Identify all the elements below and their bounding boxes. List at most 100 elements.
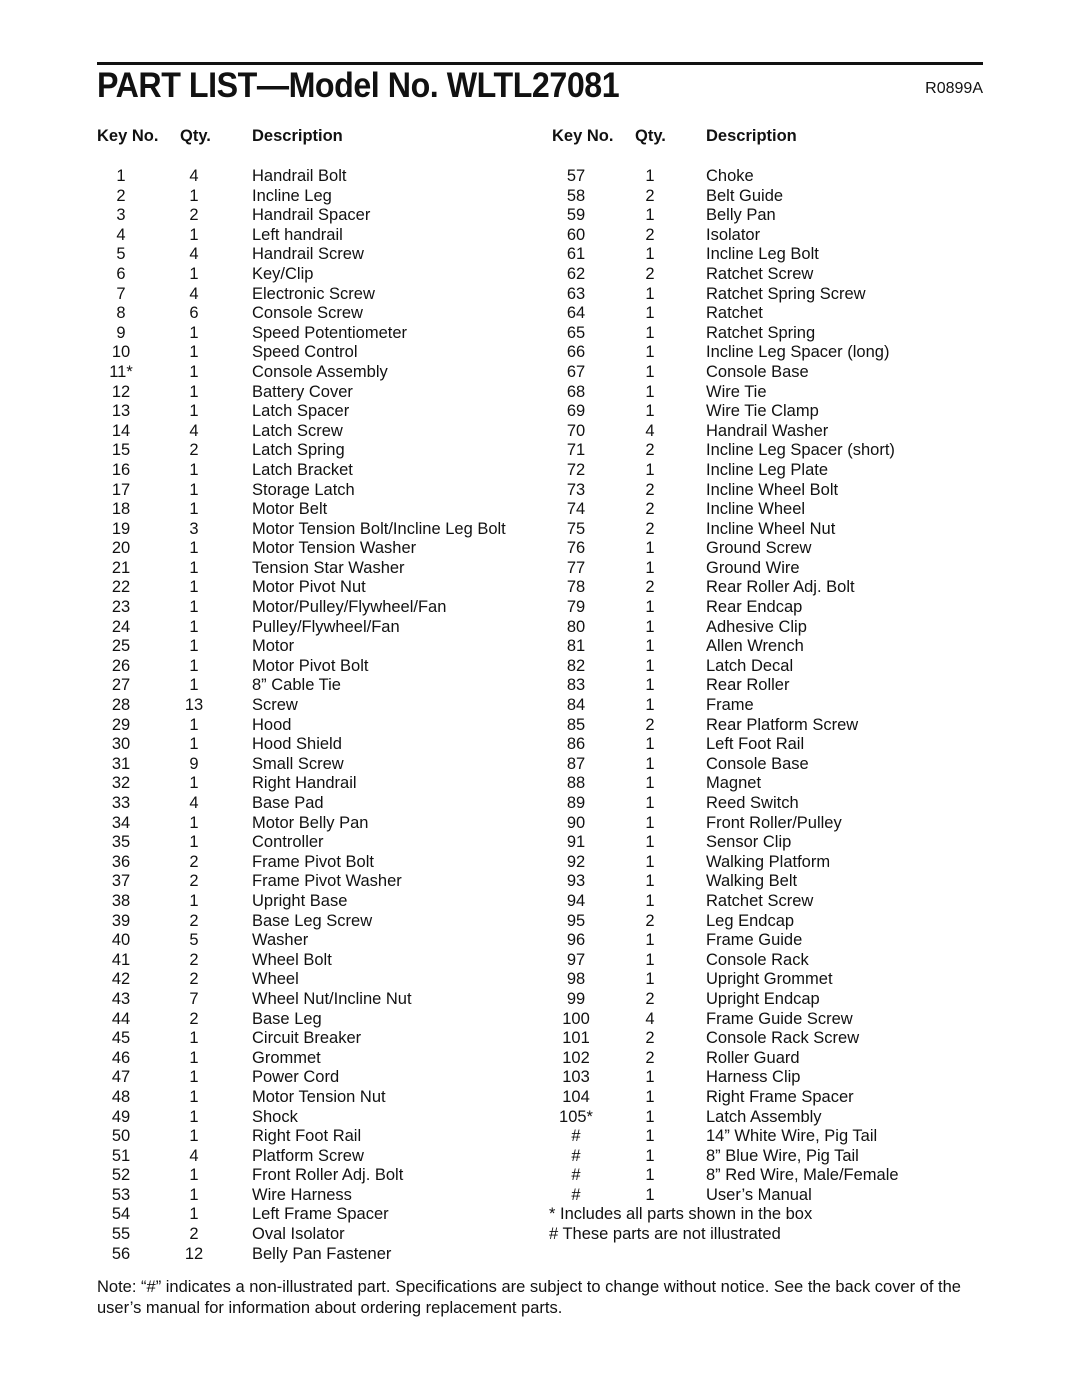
part-description: Base Leg	[252, 1009, 322, 1028]
part-qty: 1	[189, 558, 199, 577]
part-key-no: 6	[116, 264, 126, 283]
part-row: 86 1 Left Foot Rail	[552, 735, 812, 755]
part-key-no: 28	[111, 696, 131, 715]
part-description: Motor Tension Nut	[252, 1087, 386, 1106]
part-key-no: 98	[566, 970, 586, 989]
part-description: Grommet	[252, 1048, 321, 1067]
part-qty: 1	[645, 637, 655, 656]
part-description: Belly Pan Fastener	[252, 1244, 392, 1263]
part-description: Upright Endcap	[706, 989, 820, 1008]
part-key-no: 61	[566, 245, 586, 264]
part-description: Frame Guide Screw	[706, 1009, 853, 1028]
part-qty: 1	[189, 1127, 199, 1146]
part-row: 96 1 Frame Guide	[552, 931, 812, 951]
part-qty: 1	[645, 304, 655, 323]
part-row: 94 1 Ratchet Screw	[552, 892, 813, 912]
part-description: Handrail Screw	[252, 245, 364, 264]
part-description: Belly Pan	[706, 206, 776, 225]
part-row: 75 2 Incline Wheel Nut	[552, 519, 836, 540]
part-row: 71 2 Incline Leg Spacer (short)	[552, 441, 895, 461]
part-key-no: 31	[111, 754, 131, 773]
column-headers: Key No. Qty. Description	[552, 127, 812, 149]
part-qty: 1	[189, 539, 199, 558]
part-qty: 1	[645, 754, 655, 773]
part-description: Small Screw	[252, 754, 344, 773]
part-key-no: 67	[566, 362, 586, 381]
part-qty: 1	[189, 617, 199, 636]
part-key-no: 85	[566, 715, 586, 734]
part-qty: 1	[189, 833, 199, 852]
part-description: Latch Assembly	[706, 1107, 822, 1126]
part-description: Frame Pivot Bolt	[252, 852, 374, 871]
part-qty: 1	[189, 774, 199, 793]
part-qty: 1	[189, 1029, 199, 1048]
part-row: 84 1 Frame	[552, 696, 812, 716]
part-description: Ground Wire	[706, 558, 800, 577]
part-qty: 1	[189, 1087, 199, 1106]
part-qty: 2	[645, 1048, 655, 1067]
part-description: Incline Leg Bolt	[706, 245, 819, 264]
part-description: Rear Roller Adj. Bolt	[706, 578, 855, 597]
part-row: 62 2 Ratchet Screw	[552, 264, 813, 285]
part-key-no: 95	[566, 911, 586, 930]
part-key-no: 77	[566, 558, 586, 577]
part-description: Motor/Pulley/Flywheel/Fan	[252, 598, 447, 617]
part-description: Hood	[252, 715, 292, 734]
part-row: 59 1 Belly Pan	[552, 206, 812, 226]
part-qty: 4	[189, 245, 199, 264]
part-key-no: 82	[566, 656, 586, 675]
part-key-no: 75	[566, 519, 586, 538]
part-description: Incline Wheel Bolt	[706, 480, 839, 499]
part-description: 14” White Wire, Pig Tail	[706, 1127, 878, 1146]
part-qty: 2	[645, 264, 655, 283]
part-description: Left Foot Rail	[706, 735, 805, 754]
part-description: Frame	[706, 696, 754, 715]
part-description: Tension Star Washer	[252, 558, 405, 577]
part-qty: 4	[645, 421, 655, 440]
part-row: 102 2 Roller Guard	[552, 1049, 812, 1069]
part-qty: 1	[189, 637, 199, 656]
part-description: Motor Belly Pan	[252, 813, 369, 832]
part-key-no: 56	[111, 1244, 131, 1263]
part-row: #1 8” Red Wire, Male/Female	[552, 1166, 898, 1186]
part-description: Storage Latch	[252, 480, 355, 499]
part-description: Motor Tension Bolt/Incline Leg Bolt	[252, 519, 506, 538]
part-key-no: 46	[111, 1048, 131, 1067]
part-key-no: 63	[566, 284, 586, 303]
part-row: 99 2 Upright Endcap	[552, 990, 820, 1010]
part-key-no: 70	[566, 421, 586, 440]
part-key-no: 64	[566, 304, 586, 323]
part-qty: 1	[645, 872, 655, 891]
part-qty: 1	[189, 813, 199, 832]
part-description: Ratchet	[706, 304, 763, 323]
part-key-no: 92	[566, 852, 586, 871]
part-key-no: 59	[566, 206, 586, 225]
part-key-no: 91	[566, 833, 586, 852]
part-key-no: 49	[111, 1107, 131, 1126]
part-description: Console Base	[706, 362, 809, 381]
part-qty: 2	[645, 578, 655, 597]
part-row: 57 1 Choke	[552, 167, 812, 187]
part-description: Choke	[706, 167, 754, 185]
part-row: #1 User’s Manual	[552, 1186, 812, 1206]
part-description: Ratchet Spring	[706, 323, 816, 342]
part-description: Circuit Breaker	[252, 1029, 362, 1048]
part-key-no: 58	[566, 186, 586, 205]
part-key-no: 48	[111, 1087, 131, 1106]
part-description: Sensor Clip	[706, 833, 792, 852]
part-description: 8” Blue Wire, Pig Tail	[706, 1146, 859, 1165]
part-description: 8” Red Wire, Male/Female	[706, 1166, 899, 1185]
part-key-no: 13	[111, 402, 131, 421]
part-qty: 2	[189, 852, 199, 871]
part-row: 81 1 Allen Wrench	[552, 637, 812, 657]
part-qty: 1	[645, 1146, 655, 1165]
part-key-no: 32	[111, 774, 131, 793]
footnote: # These parts are not illustrated	[549, 1225, 781, 1244]
part-description: Motor Belt	[252, 500, 328, 519]
part-key-no: 74	[566, 500, 586, 519]
part-qty: 1	[645, 1127, 655, 1146]
part-description: Wire Tie	[706, 382, 767, 401]
part-qty: 1	[189, 460, 199, 479]
part-description: Incline Wheel	[706, 500, 806, 519]
part-qty: 1	[189, 362, 199, 381]
